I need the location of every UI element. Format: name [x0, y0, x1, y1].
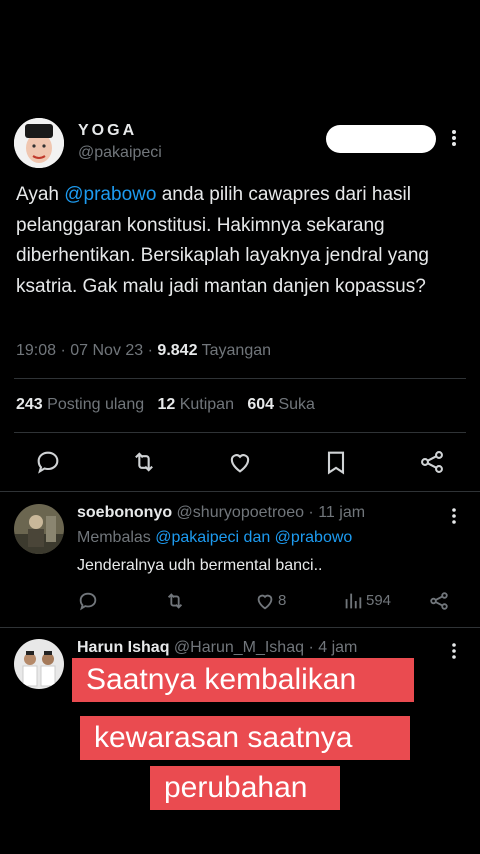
like-icon[interactable] — [254, 589, 276, 613]
quote-label: Kutipan — [175, 396, 234, 413]
author-handle[interactable]: @Harun_M_Ishaq · 4 jam — [169, 639, 357, 656]
more-options-icon[interactable] — [446, 641, 462, 661]
timestamp[interactable]: 19:08 · 07 Nov 23 · — [16, 342, 157, 359]
avatar[interactable] — [14, 118, 64, 168]
quote-count: 12 — [157, 396, 176, 413]
view-count: 9.842 — [157, 342, 198, 359]
tweet-text-part: Ayah — [16, 184, 65, 205]
engagement-stats: 243 Posting ulang 12 Kutipan 604 Suka — [16, 396, 315, 414]
view-label: Tayangan — [197, 342, 272, 359]
reply-author: soebononyo @shuryopoetroeo · 11 jam — [77, 504, 365, 522]
retweet-icon[interactable] — [130, 448, 158, 476]
like-count: 8 — [278, 592, 287, 609]
retweet-stat[interactable]: 243 Posting ulang — [16, 396, 144, 413]
avatar-image — [14, 639, 64, 689]
replying-to: Membalas @pakaipeci dan @prabowo — [77, 529, 352, 547]
author-handle[interactable]: @shuryopoetroeo · 11 jam — [172, 504, 366, 521]
avatar[interactable] — [14, 504, 64, 554]
like-label: Suka — [274, 396, 315, 413]
avatar-image — [14, 504, 64, 554]
author-name[interactable]: Harun Ishaq — [77, 639, 169, 656]
caption-line: kewarasan saatnya — [80, 716, 410, 760]
reply-icon[interactable] — [34, 448, 62, 476]
views-icon[interactable] — [342, 589, 364, 613]
share-icon[interactable] — [418, 448, 446, 476]
retweet-label: Posting ulang — [42, 396, 145, 413]
divider — [14, 378, 466, 379]
tweet-meta: 19:08 · 07 Nov 23 · 9.842 Tayangan — [16, 342, 271, 360]
author-handle[interactable]: @pakaipeci — [78, 144, 162, 162]
like-count: 604 — [247, 396, 275, 413]
like-stat[interactable]: 604 Suka — [247, 396, 315, 413]
replying-label: Membalas — [77, 529, 156, 546]
view-count: 594 — [366, 592, 392, 609]
author-name[interactable]: YOGA — [78, 122, 137, 140]
author-name[interactable]: soebononyo — [77, 504, 172, 521]
caption-line: Saatnya kembalikan — [72, 658, 414, 702]
reply-author: Harun Ishaq @Harun_M_Ishaq · 4 jam — [77, 639, 357, 657]
caption-line: perubahan — [150, 766, 340, 810]
more-options-icon[interactable] — [446, 506, 462, 526]
mention-link[interactable]: @pakaipeci dan @prabowo — [155, 529, 352, 546]
retweet-count: 243 — [16, 396, 43, 413]
reply-text: Jenderalnya udh bermental banci.. — [77, 557, 323, 574]
reply-icon[interactable] — [77, 589, 99, 613]
avatar[interactable] — [14, 639, 64, 689]
tweet-text: Ayah @prabowo anda pilih cawapres dari h… — [16, 180, 466, 302]
divider — [14, 432, 466, 433]
reply-tweet[interactable]: soebononyo @shuryopoetroeo · 11 jam Memb… — [0, 492, 480, 627]
retweet-icon[interactable] — [164, 589, 186, 613]
share-icon[interactable] — [428, 589, 450, 613]
more-options-icon[interactable] — [446, 126, 462, 150]
bookmark-icon[interactable] — [322, 448, 350, 476]
like-icon[interactable] — [226, 448, 254, 476]
tweet-actions — [0, 448, 480, 478]
avatar-image — [14, 118, 64, 168]
quote-stat[interactable]: 12 Kutipan — [157, 396, 234, 413]
subscribe-button[interactable] — [326, 125, 436, 153]
mention-link[interactable]: @prabowo — [64, 184, 156, 205]
